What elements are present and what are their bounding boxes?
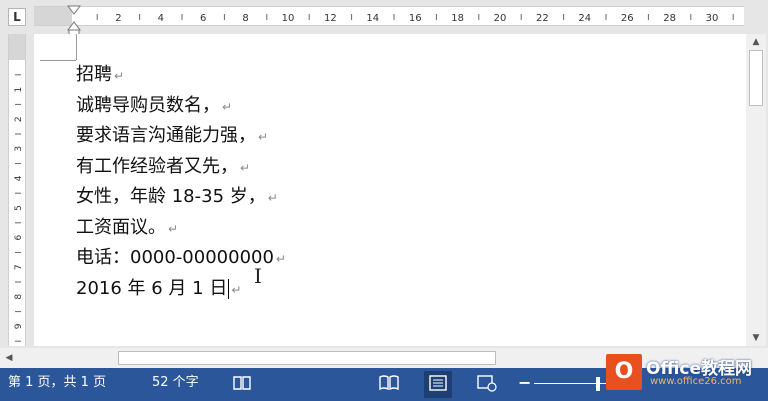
horizontal-ruler[interactable]: 2 4 6 8 10 12 14 16 18 20 22 24 26 28 30 xyxy=(34,6,744,26)
ruler-number: 30 xyxy=(706,13,719,24)
paragraph-mark-icon: ↵ xyxy=(258,130,269,144)
vertical-ruler-number: 2 xyxy=(14,116,24,122)
zoom-slider-thumb[interactable] xyxy=(596,377,600,391)
margin-corner-mark xyxy=(40,60,76,61)
paragraph-mark-icon: ↵ xyxy=(231,282,242,297)
ruler-number: 12 xyxy=(324,13,337,24)
scroll-left-icon[interactable]: ◀ xyxy=(0,348,18,368)
ruler-number: 10 xyxy=(282,13,295,24)
site-watermark-logo: O Office教程网 www.office26.com xyxy=(606,354,764,394)
ruler-number: 28 xyxy=(663,13,676,24)
paragraph-mark-icon: ↵ xyxy=(222,99,233,114)
ruler-number: 24 xyxy=(578,13,591,24)
paragraph-mark-icon: ↵ xyxy=(240,160,251,175)
tab-stop-selector[interactable]: L xyxy=(8,8,26,26)
ruler-corner: L xyxy=(0,0,34,34)
horizontal-scroll-thumb[interactable] xyxy=(118,351,496,365)
ruler-number: 14 xyxy=(366,13,379,24)
vertical-ruler-ticks: 1 2 3 4 5 6 7 8 9 xyxy=(14,74,24,342)
ruler-number: 26 xyxy=(621,13,634,24)
doc-line[interactable]: 有工作经验者又先， ↵ xyxy=(76,152,286,183)
ruler-number: 16 xyxy=(409,13,422,24)
ruler-ticks: 2 4 6 8 10 12 14 16 18 20 22 24 26 28 30 xyxy=(96,13,734,24)
vertical-ruler-number: 7 xyxy=(14,264,24,270)
doc-line[interactable]: 诚聘导购员数名， ↵ xyxy=(76,91,286,122)
document-page[interactable]: 招聘 ↵ 诚聘导购员数名， ↵ 要求语言沟通能力强， ↵ 有工作经验者又先， ↵ 女性，… xyxy=(34,34,746,346)
word-count[interactable]: 52 个字 xyxy=(152,368,199,401)
scroll-down-icon[interactable]: ▼ xyxy=(746,330,766,346)
office-logo-icon: O xyxy=(606,354,642,390)
ruler-number: 4 xyxy=(158,13,164,24)
vertical-ruler-number: 8 xyxy=(14,294,24,300)
vertical-ruler-number: 5 xyxy=(14,205,24,211)
read-mode-icon[interactable] xyxy=(378,374,400,392)
ibeam-cursor-icon: I xyxy=(254,264,262,288)
paragraph-mark-icon: ↵ xyxy=(275,252,286,266)
vertical-ruler-number: 3 xyxy=(14,146,24,152)
vertical-ruler[interactable]: 1 2 3 4 5 6 7 8 9 xyxy=(8,34,26,346)
doc-line[interactable]: 要求语言沟通能力强， ↵ xyxy=(76,121,286,152)
ruler-number: 8 xyxy=(242,13,248,24)
paragraph-mark-icon: ↵ xyxy=(114,69,125,83)
vertical-scrollbar[interactable]: ▲ ▼ xyxy=(746,34,766,346)
doc-line[interactable]: 工资面议。 ↵ xyxy=(76,213,286,244)
indent-marker-icon[interactable] xyxy=(66,4,82,38)
ruler-number: 6 xyxy=(200,13,206,24)
paragraph-mark-icon: ↵ xyxy=(168,221,179,236)
ruler-number: 22 xyxy=(536,13,549,24)
paragraph-mark-icon: ↵ xyxy=(267,191,278,205)
web-layout-icon[interactable] xyxy=(476,374,498,392)
scroll-up-icon[interactable]: ▲ xyxy=(746,34,766,50)
text-caret xyxy=(228,278,230,299)
ruler-number: 18 xyxy=(451,13,464,24)
vertical-ruler-number: 6 xyxy=(14,234,24,240)
doc-line[interactable]: 招聘 ↵ xyxy=(76,60,286,91)
ruler-number: 2 xyxy=(115,13,121,24)
vertical-ruler-number: 1 xyxy=(14,87,24,93)
vertical-ruler-number: 4 xyxy=(14,175,24,181)
watermark-url: www.office26.com xyxy=(650,376,742,387)
zoom-out-button[interactable]: − xyxy=(518,373,531,392)
vertical-ruler-number: 9 xyxy=(14,323,24,329)
ruler-number: 20 xyxy=(494,13,507,24)
vertical-scroll-thumb[interactable] xyxy=(749,50,763,106)
doc-line[interactable]: 女性，年龄 18-35 岁， ↵ xyxy=(76,182,286,213)
book-check-icon[interactable] xyxy=(232,374,252,392)
margin-corner-mark-vertical xyxy=(76,34,77,60)
print-layout-icon[interactable] xyxy=(428,374,448,392)
page-info[interactable]: 第 1 页，共 1 页 xyxy=(8,368,106,401)
